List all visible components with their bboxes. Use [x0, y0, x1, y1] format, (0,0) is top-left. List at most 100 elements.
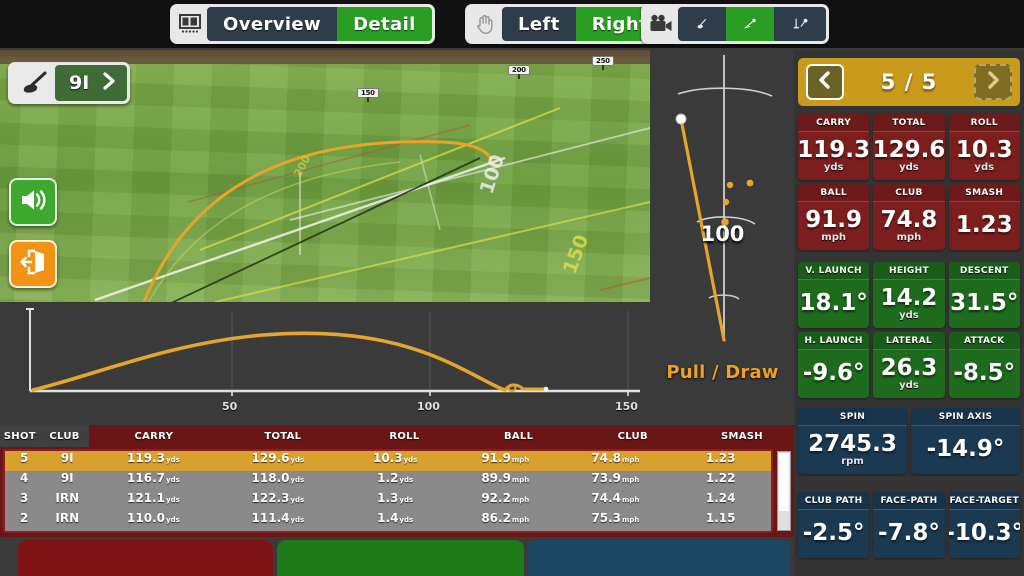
stat-value-wrap: -7.8°	[873, 510, 944, 558]
column-header-club: CLUB	[39, 425, 90, 447]
exit-button[interactable]	[9, 240, 57, 288]
stat-unit: rpm	[841, 456, 864, 468]
stat-value-wrap: 129.6 yds	[873, 132, 944, 180]
bottom-tab-spin[interactable]	[528, 540, 790, 576]
stat-label: CLUB PATH	[798, 492, 870, 510]
table-header-row: SHOT CLUB CARRY TOTAL ROLL BALL CLUB SMA…	[0, 425, 794, 447]
shot-navigator: 5 / 5	[798, 58, 1020, 106]
stat-label: H. LAUNCH	[798, 332, 870, 350]
club-name-display[interactable]: 9I	[55, 65, 128, 101]
distance-marker: 150	[357, 88, 379, 102]
cell-roll: 1.3 yds	[377, 491, 414, 505]
table-row[interactable]: 4 9I 116.7 yds 118.0 yds 1.2 yds 89.9 mph 73.9 mph 1…	[5, 471, 771, 491]
stat-value-wrap: 2745.3 rpm	[798, 426, 907, 474]
stat-cell-attack: ATTACK -8.5°	[948, 332, 1020, 398]
stat-value: 91.9	[805, 206, 863, 233]
cell-club-speed: 73.9 mph	[591, 471, 640, 485]
stat-cell-h-launch: H. LAUNCH -9.6°	[798, 332, 870, 398]
shot-history-table[interactable]: SHOT CLUB CARRY TOTAL ROLL BALL CLUB SMA…	[0, 425, 794, 537]
stat-label: FACE-PATH	[873, 492, 945, 510]
stat-value-wrap: 74.8 mph	[873, 202, 944, 250]
x-tick-50: 50	[222, 400, 238, 413]
stat-value: -8.5°	[953, 360, 1016, 387]
chevron-right-icon[interactable]	[101, 71, 117, 95]
cell-unit: yds	[403, 456, 418, 464]
svg-text:100: 100	[476, 152, 509, 197]
cell-unit: yds	[399, 496, 414, 504]
cell-shot: 4	[19, 471, 29, 485]
stat-value-wrap: 14.2 yds	[873, 280, 944, 328]
scrollbar-thumb[interactable]	[779, 453, 789, 511]
tab-overview[interactable]: Overview	[207, 7, 338, 41]
stat-cell-height: HEIGHT 14.2 yds	[873, 262, 945, 328]
cell-roll: 1.4 yds	[377, 511, 414, 525]
bottom-tab-distance[interactable]	[18, 540, 273, 576]
stat-value: 1.23	[955, 212, 1013, 239]
cell-unit: mph	[622, 476, 640, 484]
tab-detail[interactable]: Detail	[337, 7, 432, 41]
stat-label: DESCENT	[948, 262, 1020, 280]
dispersion-chart: 100 Pull / Draw	[651, 50, 794, 425]
cell-unit: mph	[622, 456, 640, 464]
next-shot-button[interactable]	[973, 64, 1012, 100]
stat-value: 26.3	[880, 354, 938, 381]
stat-label: ATTACK	[948, 332, 1020, 350]
stat-value: 74.8	[880, 206, 938, 233]
column-header-smash: SMASH	[720, 430, 763, 442]
table-scrollbar[interactable]	[777, 451, 791, 531]
column-header-club-speed: CLUB	[617, 430, 648, 442]
cell-unit: yds	[290, 516, 305, 524]
cell-total: 118.0 yds	[251, 471, 305, 485]
table-row[interactable]: 2 IRN 110.0 yds 111.4 yds 1.4 yds 86.2 mph 75.3 mph…	[5, 511, 771, 531]
svg-text:200: 200	[291, 153, 313, 180]
chevron-right-icon	[985, 70, 1001, 94]
stat-label: FACE-TARGET	[948, 492, 1020, 510]
stat-label: CLUB	[873, 184, 945, 202]
distance-marker: 250	[592, 56, 614, 70]
club-selector[interactable]: 9I	[8, 62, 131, 104]
table-row[interactable]: 3 IRN 121.1 yds 122.3 yds 1.3 yds 92.2 mph 74.4 mph…	[5, 491, 771, 511]
handedness-toggle-group[interactable]: Left Right	[465, 4, 668, 44]
cell-smash: 1.23	[705, 451, 736, 465]
camera-view-toggle-group[interactable]	[641, 4, 829, 44]
cell-unit: yds	[166, 496, 180, 504]
cell-unit: mph	[511, 456, 530, 464]
camera-putting-view-button[interactable]	[774, 7, 826, 41]
stat-value: 10.3	[955, 136, 1013, 163]
cell-club: 9I	[60, 451, 74, 465]
spin-stats-group: SPIN 2745.3 rpm SPIN AXIS -14.9° CLUB PATH -2.…	[798, 408, 1020, 558]
shot-counter: 5 / 5	[880, 70, 938, 94]
stat-cell-club-path: CLUB PATH -2.5°	[798, 492, 870, 558]
cell-smash: 1.22	[705, 471, 736, 485]
stat-label: LATERAL	[873, 332, 945, 350]
stat-label: HEIGHT	[873, 262, 945, 280]
stat-label: SPIN	[798, 408, 907, 426]
hand-icon	[468, 7, 502, 41]
tab-left[interactable]: Left	[502, 7, 576, 41]
camera-club-view-button[interactable]	[678, 7, 726, 41]
course-view[interactable]: 100 150 200 150 200 250 9I	[0, 50, 650, 302]
stat-value-wrap: -10.3°	[949, 510, 1020, 558]
cell-unit: yds	[166, 476, 180, 484]
dispersion-distance-label: 100	[700, 222, 745, 246]
stat-cell-carry: CARRY 119.3 yds	[798, 114, 870, 180]
stat-value-wrap: 26.3 yds	[873, 350, 944, 398]
column-header-total: TOTAL	[264, 430, 302, 442]
table-body[interactable]: 5 9I 119.3 yds 129.6 yds 10.3 yds 91.9 mph 74.8 mph…	[3, 449, 773, 533]
stats-panel: 5 / 5 CARRY 119.3 yds TOTAL 129.6 yds ROLL 10.3…	[794, 50, 1024, 576]
cell-carry: 110.0 yds	[127, 511, 180, 525]
stat-cell-face-target: FACE-TARGET -10.3°	[948, 492, 1020, 558]
stat-unit: yds	[899, 162, 919, 174]
cell-shot: 2	[19, 511, 29, 525]
sound-button[interactable]	[9, 178, 57, 226]
bottom-tab-launch[interactable]	[277, 540, 524, 576]
view-mode-toggle-group[interactable]: Overview Detail	[170, 4, 435, 44]
stat-cell-spin-axis: SPIN AXIS -14.9°	[911, 408, 1020, 474]
camera-ball-flight-view-button[interactable]	[726, 7, 774, 41]
cell-unit: yds	[399, 516, 414, 524]
cell-shot: 5	[19, 451, 29, 465]
stat-label: BALL	[798, 184, 870, 202]
table-row[interactable]: 5 9I 119.3 yds 129.6 yds 10.3 yds 91.9 mph 74.8 mph…	[5, 451, 771, 471]
prev-shot-button[interactable]	[806, 64, 844, 100]
stat-cell-ball: BALL 91.9 mph	[798, 184, 870, 250]
